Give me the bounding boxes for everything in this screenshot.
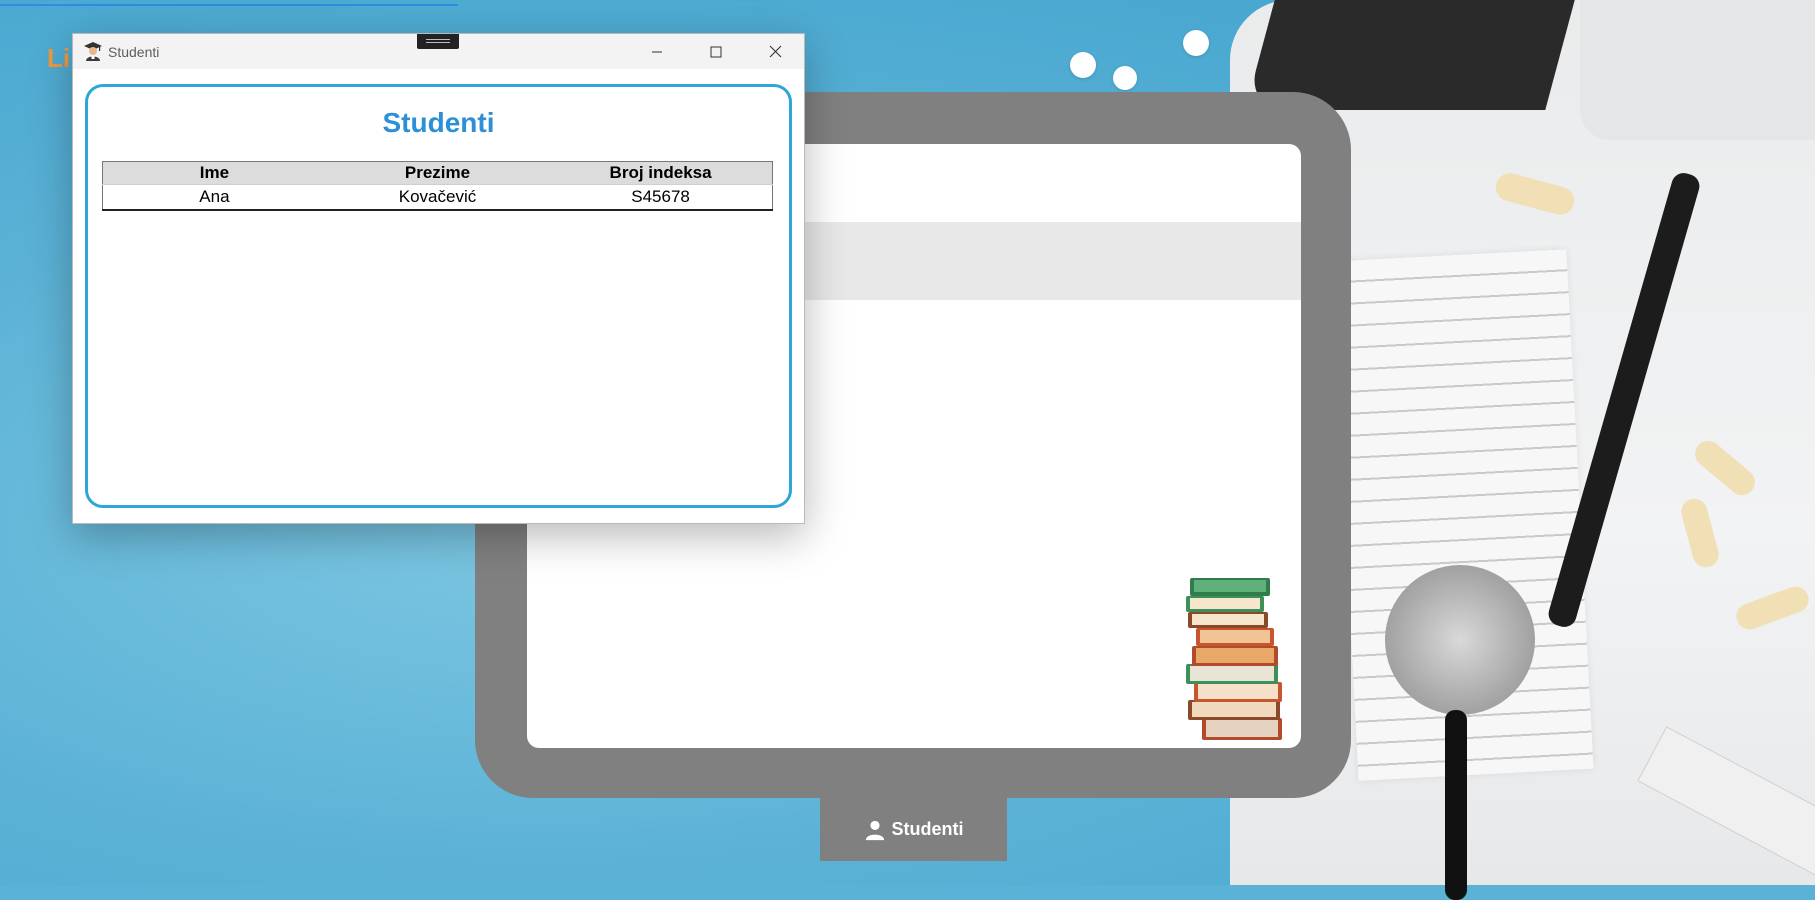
pill-image bbox=[1070, 52, 1096, 78]
cell-ime[interactable]: Ana bbox=[102, 184, 326, 210]
close-icon bbox=[769, 45, 781, 58]
books-stack-icon bbox=[1186, 578, 1282, 740]
pill-image bbox=[1113, 66, 1137, 90]
background-page-title: Li bbox=[47, 43, 71, 73]
window-drag-grip[interactable] bbox=[417, 34, 459, 49]
minimize-button[interactable] bbox=[628, 34, 686, 69]
stethoscope-image bbox=[1385, 565, 1535, 715]
students-panel: Studenti Ime Prezime Broj indeksa Ana Ko… bbox=[85, 84, 792, 508]
close-button[interactable] bbox=[746, 34, 804, 69]
window-title: Studenti bbox=[108, 44, 160, 60]
column-header-ime[interactable]: Ime bbox=[102, 161, 326, 185]
students-button-label: Studenti bbox=[891, 819, 964, 839]
students-button[interactable]: Studenti bbox=[820, 798, 1007, 861]
column-header-prezime[interactable]: Prezime bbox=[325, 161, 550, 185]
person-icon bbox=[865, 820, 884, 840]
student-graduate-icon bbox=[84, 42, 102, 61]
students-table[interactable]: Ime Prezime Broj indeksa Ana Kovačević S… bbox=[102, 161, 773, 211]
cell-prezime[interactable]: Kovačević bbox=[325, 184, 550, 210]
stethoscope-tube-image bbox=[1445, 710, 1467, 900]
pill-image bbox=[1183, 30, 1209, 56]
minimize-icon bbox=[652, 51, 662, 52]
pill-blister-pack bbox=[1580, 0, 1815, 140]
table-row[interactable]: Ana Kovačević S45678 bbox=[102, 184, 773, 210]
column-header-broj-indeksa[interactable]: Broj indeksa bbox=[549, 161, 773, 185]
studenti-window[interactable]: Studenti Studenti Ime Prezime Broj indek… bbox=[72, 33, 805, 524]
cell-broj-indeksa[interactable]: S45678 bbox=[549, 184, 773, 210]
window-titlebar[interactable]: Studenti bbox=[73, 34, 804, 69]
panel-title: Studenti bbox=[382, 107, 495, 138]
maximize-button[interactable] bbox=[687, 34, 745, 69]
maximize-icon bbox=[710, 46, 722, 57]
table-header-row: Ime Prezime Broj indeksa bbox=[102, 161, 773, 185]
loading-progress-line bbox=[0, 4, 458, 6]
